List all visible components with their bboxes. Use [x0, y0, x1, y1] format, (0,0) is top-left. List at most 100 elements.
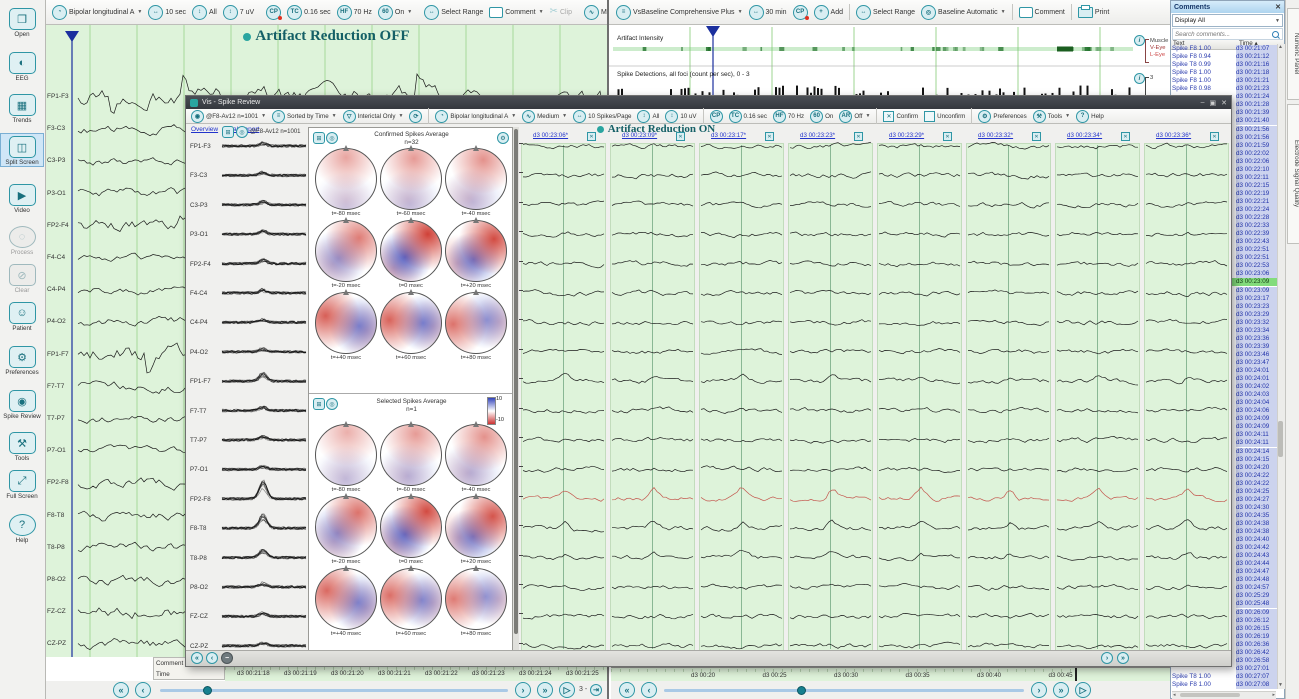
- comment-list-item[interactable]: Spike F8 1.00d3 00:27:08: [1172, 681, 1278, 689]
- trend-page-back-fast-button[interactable]: «: [619, 682, 635, 698]
- topographic-map[interactable]: [445, 148, 507, 210]
- topographic-map[interactable]: [315, 568, 377, 630]
- topographic-map[interactable]: [315, 292, 377, 354]
- trend-trend-template-button[interactable]: ≡VsBaseline Comprehensive Plus▼: [613, 4, 746, 21]
- spike-sensitivity-button[interactable]: ↕10 uV: [662, 109, 699, 124]
- spike-sort-order-button[interactable]: ≡Sorted by Time▼: [269, 109, 340, 124]
- main-nav-slider-handle[interactable]: [203, 686, 212, 695]
- main-cp-button[interactable]: CP: [263, 4, 284, 21]
- spike-spike-set-button[interactable]: ◉@F8-Av12 n=1001▼: [188, 109, 269, 124]
- topographic-map[interactable]: [445, 496, 507, 558]
- topographic-map[interactable]: [380, 292, 442, 354]
- sidebar-item-full-screen[interactable]: ⤢Full Screen: [1, 468, 43, 500]
- comment-list-item[interactable]: Spike F8 0.98d3 00:21:23: [1172, 85, 1278, 93]
- sidebar-item-help[interactable]: ?Help: [1, 512, 43, 544]
- main-select-range-button[interactable]: ↔Select Range: [421, 4, 486, 21]
- trend-baseline-button[interactable]: ◎Baseline Automatic▼: [918, 4, 1009, 21]
- spike-low-filter-button[interactable]: TC0.16 sec: [726, 109, 770, 124]
- topographic-map[interactable]: [315, 220, 377, 282]
- spike-page-forward-fast-button[interactable]: »: [1117, 652, 1129, 664]
- spike-page-forward-button[interactable]: ›: [1101, 652, 1113, 664]
- spike-confirm-button[interactable]: ✕Confirm: [880, 110, 921, 123]
- trend-cp-button[interactable]: CP: [790, 4, 811, 21]
- page-back-button[interactable]: ‹: [135, 682, 151, 698]
- trend-print-button[interactable]: Print: [1075, 6, 1112, 19]
- comments-scroll-thumb[interactable]: [1278, 421, 1283, 457]
- main-comment-button[interactable]: Comment▼: [486, 6, 546, 19]
- sidebar-item-patient[interactable]: ☺Patient: [1, 300, 43, 332]
- info-icon[interactable]: i: [1134, 73, 1145, 84]
- topo-scrollbar[interactable]: [513, 127, 519, 653]
- topographic-map[interactable]: [380, 424, 442, 486]
- topographic-map[interactable]: [445, 292, 507, 354]
- comment-list-item[interactable]: Spike F8 1.00d3 00:21:18: [1172, 69, 1278, 77]
- side-tab-numeric-panel[interactable]: Numeric Panel: [1287, 8, 1299, 100]
- spike-notch-button[interactable]: 60On: [807, 109, 836, 124]
- spike-window-titlebar[interactable]: Vis - Spike Review – ▣ ✕: [186, 96, 1231, 109]
- trend-page-forward-fast-button[interactable]: »: [1053, 682, 1069, 698]
- topographic-map[interactable]: [445, 220, 507, 282]
- comments-search-input[interactable]: [1173, 30, 1272, 39]
- page-forward-button[interactable]: ›: [515, 682, 531, 698]
- page-back-fast-button[interactable]: «: [113, 682, 129, 698]
- page-forward-fast-button[interactable]: »: [537, 682, 553, 698]
- sidebar-item-clear[interactable]: ⊘Clear: [1, 262, 43, 294]
- comments-filter-dropdown[interactable]: Display All ▼: [1172, 14, 1283, 27]
- side-tab-electrode-signal-quality[interactable]: Electrode Signal Quality: [1287, 104, 1299, 244]
- comment-list-item[interactable]: Spike T8 0.99d3 00:21:16: [1172, 61, 1278, 69]
- trend-select-range-button[interactable]: ↔Select Range: [853, 4, 918, 21]
- topographic-map[interactable]: [380, 568, 442, 630]
- comments-vertical-scrollbar[interactable]: [1277, 44, 1285, 689]
- topographic-map[interactable]: [380, 148, 442, 210]
- main-notch-button[interactable]: 60On▼: [375, 4, 415, 21]
- sidebar-item-open[interactable]: ❐Open: [1, 6, 43, 38]
- main-clip-button[interactable]: ✂Clip: [547, 6, 575, 18]
- spike-spike-filter-button[interactable]: ▽Interictal Only▼: [340, 109, 407, 124]
- trend-play-button[interactable]: ▷: [1075, 682, 1091, 698]
- grid-view-icon[interactable]: ⊞: [313, 398, 325, 410]
- topographic-map[interactable]: [315, 496, 377, 558]
- main-channels-button[interactable]: ↕All: [189, 4, 220, 21]
- maximize-icon[interactable]: ▣: [1210, 99, 1217, 107]
- spike-high-filter-button[interactable]: HF70 Hz: [770, 109, 807, 124]
- sidebar-item-split-screen[interactable]: ◫Split Screen: [1, 134, 43, 166]
- sidebar-item-preferences[interactable]: ⚙Preferences: [1, 344, 43, 376]
- trend-time-ruler[interactable]: d3 00:20d3 00:25d3 00:30d3 00:35d3 00:40…: [611, 667, 1170, 682]
- topographic-map[interactable]: [445, 568, 507, 630]
- sidebar-item-spike-review[interactable]: ◉Spike Review: [1, 388, 43, 420]
- main-sensitivity-button[interactable]: ↕7 uV: [220, 4, 257, 21]
- comment-list-item[interactable]: Spike T8 1.00d3 00:27:07: [1172, 673, 1278, 681]
- spike-preferences-button[interactable]: ⚙Preferences: [975, 109, 1029, 124]
- main-low-filter-button[interactable]: TC0.16 sec: [284, 4, 333, 21]
- spike-refresh-button[interactable]: ⟳: [406, 109, 425, 124]
- spike-montage-button[interactable]: ◔Bipolar longitudinal A▼: [432, 109, 519, 124]
- comments-close-icon[interactable]: ✕: [1275, 3, 1281, 11]
- topographic-map[interactable]: [445, 424, 507, 486]
- spike-page-back-button[interactable]: ‹: [206, 652, 218, 664]
- sidebar-item-process[interactable]: ◌Process: [1, 224, 43, 256]
- map-view-icon[interactable]: ◎: [326, 132, 338, 144]
- spike-help-button[interactable]: ?Help: [1073, 109, 1107, 124]
- spike-cp-button[interactable]: CP: [707, 109, 726, 124]
- sidebar-item-video[interactable]: ▶Video: [1, 182, 43, 214]
- trend-page-forward-button[interactable]: ›: [1031, 682, 1047, 698]
- topographic-map[interactable]: [315, 148, 377, 210]
- close-icon[interactable]: ✕: [1221, 99, 1227, 107]
- main-timebase-button[interactable]: ↔10 sec: [145, 4, 189, 21]
- topographic-map[interactable]: [380, 220, 442, 282]
- main-high-filter-button[interactable]: HF70 Hz: [334, 4, 375, 21]
- trend-timebase-button[interactable]: ↔30 min: [746, 4, 790, 21]
- comment-list-item[interactable]: Spike F8 0.94d3 00:21:12: [1172, 53, 1278, 61]
- spike-page-back-fast-button[interactable]: «: [191, 652, 203, 664]
- sidebar-item-tools[interactable]: ⚒Tools: [1, 430, 43, 462]
- trend-nav-slider-track[interactable]: [664, 689, 1024, 692]
- jump-end-button[interactable]: ⇥: [590, 684, 602, 696]
- topographic-map[interactable]: [315, 424, 377, 486]
- minimize-icon[interactable]: –: [1201, 99, 1205, 107]
- spike-unconfirm-button[interactable]: Unconfirm: [921, 110, 968, 123]
- sidebar-item-trends[interactable]: ▦Trends: [1, 92, 43, 124]
- sidebar-item-eeg[interactable]: ◐EEG: [1, 50, 43, 82]
- topographic-map[interactable]: [380, 496, 442, 558]
- spike-artifact-reduction-button[interactable]: AROff▼: [836, 109, 873, 124]
- comment-list-item[interactable]: Spike F8 1.00d3 00:21:07: [1172, 45, 1278, 53]
